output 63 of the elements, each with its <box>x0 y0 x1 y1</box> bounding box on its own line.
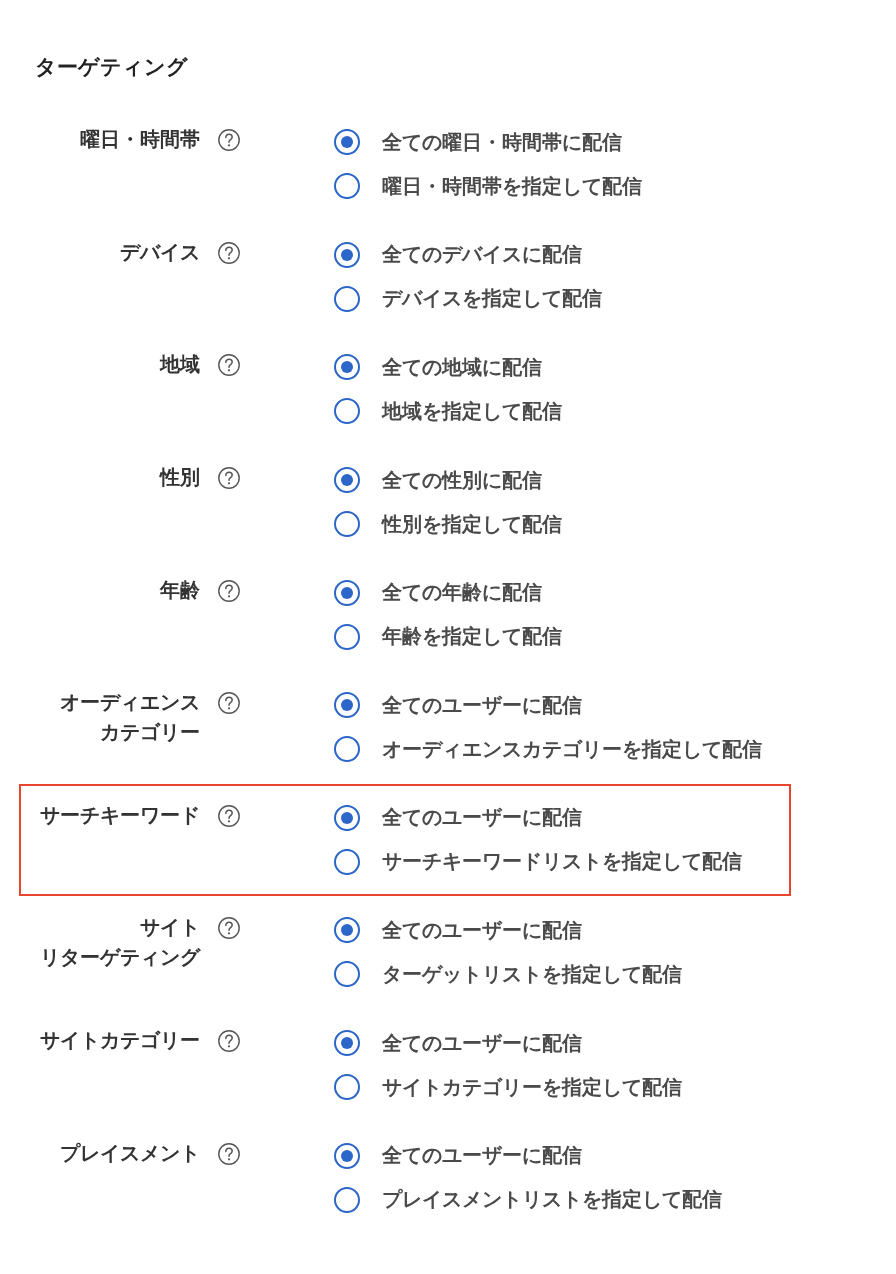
option-label[interactable]: 全てのユーザーに配信 <box>382 691 582 719</box>
radio-button[interactable] <box>334 129 360 156</box>
help-icon[interactable] <box>218 917 240 940</box>
option-label[interactable]: 年齢を指定して配信 <box>382 623 562 651</box>
option-label[interactable]: 全ての性別に配信 <box>382 466 542 494</box>
help-icon[interactable] <box>218 804 240 827</box>
help-icon[interactable] <box>218 241 240 264</box>
option-label[interactable]: 全てのユーザーに配信 <box>382 1142 582 1170</box>
section-title: ターゲティング <box>35 54 188 81</box>
help-icon[interactable] <box>218 1142 240 1165</box>
radio-button[interactable] <box>334 511 360 538</box>
option-label[interactable]: 全ての年齢に配信 <box>382 579 542 607</box>
radio-button[interactable] <box>334 579 360 606</box>
help-icon[interactable] <box>218 579 240 602</box>
radio-button[interactable] <box>334 692 360 719</box>
setting-label: 曜日・時間帯 <box>80 127 200 154</box>
radio-button[interactable] <box>334 1074 360 1101</box>
radio-button[interactable] <box>334 1030 360 1057</box>
setting-label: 年齢 <box>160 577 200 604</box>
setting-label: サーチキーワード <box>40 802 200 829</box>
setting-label: プレイスメント <box>60 1140 200 1167</box>
option-label[interactable]: 全ての地域に配信 <box>382 354 542 381</box>
radio-button[interactable] <box>334 1186 360 1213</box>
option-label[interactable]: サイトカテゴリーを指定して配信 <box>382 1073 682 1101</box>
help-icon[interactable] <box>218 1030 240 1053</box>
help-icon[interactable] <box>218 129 240 152</box>
option-label[interactable]: 性別を指定して配信 <box>382 510 562 538</box>
radio-button[interactable] <box>334 285 360 312</box>
setting-label: 性別 <box>160 465 200 492</box>
option-label[interactable]: 全てのデバイスに配信 <box>382 241 582 269</box>
setting-label: オーディエンス <box>60 690 200 717</box>
option-label[interactable]: プレイスメントリストを指定して配信 <box>382 1186 722 1214</box>
option-label[interactable]: サーチキーワードリストを指定して配信 <box>382 848 742 876</box>
radio-button[interactable] <box>334 848 360 875</box>
radio-button[interactable] <box>334 173 360 200</box>
radio-button[interactable] <box>334 961 360 988</box>
setting-label: カテゴリー <box>100 720 200 747</box>
help-icon[interactable] <box>218 354 240 377</box>
radio-button[interactable] <box>334 1142 360 1169</box>
radio-button[interactable] <box>334 804 360 831</box>
help-icon[interactable] <box>218 467 240 490</box>
radio-button[interactable] <box>334 467 360 494</box>
setting-label: サイト <box>140 915 200 942</box>
setting-label: 地域 <box>160 352 200 379</box>
radio-button[interactable] <box>334 736 360 763</box>
radio-button[interactable] <box>334 623 360 650</box>
radio-button[interactable] <box>334 917 360 944</box>
radio-button[interactable] <box>334 398 360 425</box>
option-label[interactable]: 全ての曜日・時間帯に配信 <box>382 128 622 156</box>
option-label[interactable]: デバイスを指定して配信 <box>382 285 602 313</box>
setting-label: サイトカテゴリー <box>40 1028 200 1055</box>
setting-label: デバイス <box>120 239 200 266</box>
radio-button[interactable] <box>334 354 360 381</box>
option-label[interactable]: 曜日・時間帯を指定して配信 <box>382 172 642 200</box>
setting-label: リターゲティング <box>40 945 200 972</box>
option-label[interactable]: 全てのユーザーに配信 <box>382 804 582 832</box>
option-label[interactable]: 全てのユーザーに配信 <box>382 1029 582 1057</box>
option-label[interactable]: 地域を指定して配信 <box>382 398 562 425</box>
option-label[interactable]: ターゲットリストを指定して配信 <box>382 960 682 988</box>
radio-button[interactable] <box>334 241 360 268</box>
option-label[interactable]: オーディエンスカテゴリーを指定して配信 <box>382 735 762 763</box>
help-icon[interactable] <box>218 692 240 715</box>
option-label[interactable]: 全てのユーザーに配信 <box>382 916 582 944</box>
